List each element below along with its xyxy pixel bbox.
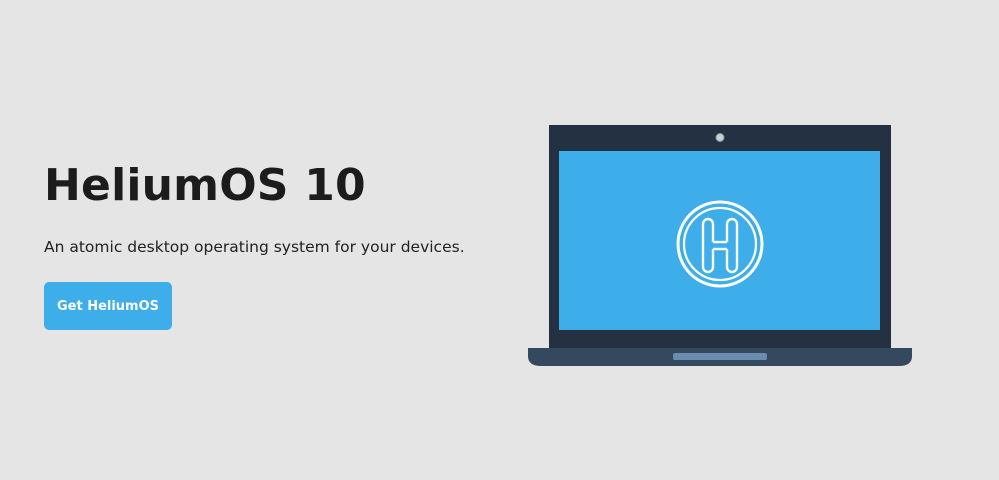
hero-text-block: HeliumOS 10 An atomic desktop operating … <box>44 158 504 258</box>
laptop-screen <box>559 151 880 330</box>
hero-tagline: An atomic desktop operating system for y… <box>44 238 465 256</box>
laptop-svg <box>528 125 912 366</box>
get-heliumos-button[interactable]: Get HeliumOS <box>44 282 172 330</box>
webcam-icon <box>715 133 725 142</box>
laptop-illustration <box>527 124 913 370</box>
laptop-notch <box>673 353 767 360</box>
hero-section: HeliumOS 10 An atomic desktop operating … <box>0 0 999 480</box>
page-title: HeliumOS 10 <box>44 160 366 211</box>
